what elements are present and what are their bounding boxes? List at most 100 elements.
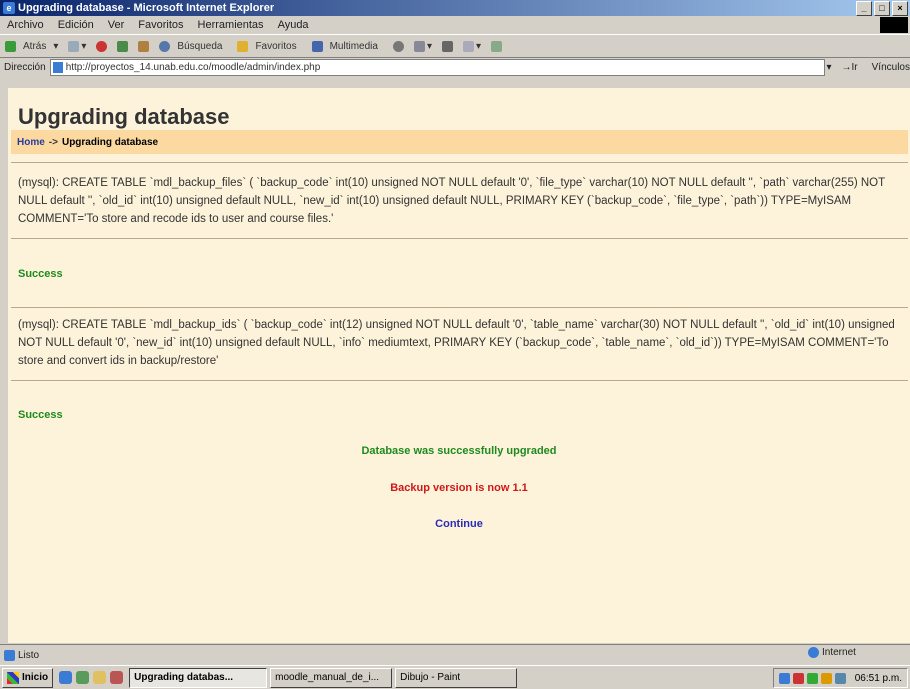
address-bar: Dirección http://proyectos_14.unab.edu.c… xyxy=(0,57,910,77)
status-bar: Listo Internet xyxy=(0,644,910,665)
globe-icon xyxy=(808,647,819,658)
taskbar-item-paint[interactable]: Dibujo - Paint xyxy=(395,667,518,688)
multimedia-button[interactable]: Multimedia xyxy=(307,40,388,52)
divider xyxy=(11,380,908,381)
taskbar-item-ie[interactable]: Upgrading databas... xyxy=(129,667,268,688)
antivirus-icon[interactable] xyxy=(792,672,804,684)
start-label: Inicio xyxy=(22,672,49,683)
window-controls: _ □ × xyxy=(856,1,908,16)
breadcrumb-home-link[interactable]: Home xyxy=(17,137,45,148)
forward-button[interactable]: ▾ xyxy=(63,40,91,52)
close-button[interactable]: × xyxy=(892,1,908,16)
network-icon[interactable] xyxy=(778,672,790,684)
back-label: Atrás xyxy=(23,40,47,52)
ie-quicklaunch-icon[interactable] xyxy=(59,671,73,684)
status-text: Listo xyxy=(18,649,40,661)
print-icon xyxy=(441,40,453,52)
display-icon[interactable] xyxy=(834,672,846,684)
menu-edicion[interactable]: Edición xyxy=(51,19,101,31)
task-label: Upgrading databas... xyxy=(134,672,234,683)
page-icon xyxy=(52,61,63,73)
back-arrow-icon xyxy=(5,40,16,52)
task-label: Dibujo - Paint xyxy=(400,672,461,683)
sql-statement: (mysql): CREATE TABLE `mdl_backup_files`… xyxy=(18,177,885,225)
menu-archivo[interactable]: Archivo xyxy=(0,19,51,31)
divider xyxy=(11,307,908,308)
taskbar: Inicio Upgrading databas... moodle_manua… xyxy=(0,665,910,689)
mail-icon xyxy=(413,40,425,52)
left-gutter xyxy=(0,88,8,643)
page-title: Upgrading database xyxy=(18,104,230,129)
clock: 06:51 p.m. xyxy=(854,672,902,684)
continue-link[interactable]: Continue xyxy=(8,518,910,530)
home-button[interactable] xyxy=(133,40,154,52)
links-button[interactable]: Vínculos xyxy=(872,62,910,73)
divider xyxy=(11,238,908,239)
page-content: Upgrading database Home -> Upgrading dat… xyxy=(8,88,910,643)
mail-button[interactable]: ▾ xyxy=(409,40,437,52)
refresh-icon xyxy=(117,40,129,52)
breadcrumb: Home -> Upgrading database xyxy=(11,130,908,154)
search-label: Búsqueda xyxy=(177,40,223,52)
page-status-icon xyxy=(4,649,15,661)
start-button[interactable]: Inicio xyxy=(2,667,54,688)
messenger-tray-icon[interactable] xyxy=(806,672,818,684)
security-zone: Internet xyxy=(808,647,856,658)
messenger-icon xyxy=(491,40,502,52)
address-input[interactable]: http://proyectos_14.unab.edu.co/moodle/a… xyxy=(49,58,825,76)
menu-favoritos[interactable]: Favoritos xyxy=(131,19,190,31)
taskbar-item-word[interactable]: moodle_manual_de_i... xyxy=(270,667,393,688)
print-button[interactable] xyxy=(437,40,458,52)
go-button[interactable]: →Ir xyxy=(842,62,858,73)
favorites-button[interactable]: Favoritos xyxy=(232,40,306,52)
home-icon xyxy=(138,40,150,52)
minimize-button[interactable]: _ xyxy=(856,1,872,16)
task-label: moodle_manual_de_i... xyxy=(275,672,380,683)
favorites-icon xyxy=(237,40,249,52)
success-message: Success xyxy=(18,268,63,280)
address-label: Dirección xyxy=(4,61,46,73)
outlook-quicklaunch-icon[interactable] xyxy=(76,671,90,684)
search-icon xyxy=(159,40,171,52)
search-button[interactable]: Búsqueda xyxy=(154,40,232,52)
edit-button[interactable]: ▾ xyxy=(458,40,486,52)
windows-logo-icon xyxy=(880,17,908,33)
go-label: Ir xyxy=(851,61,858,73)
history-icon xyxy=(392,40,404,52)
success-message: Success xyxy=(18,409,63,421)
volume-icon[interactable] xyxy=(820,672,832,684)
edit-icon xyxy=(462,40,474,52)
back-button[interactable]: Atrás ▾ xyxy=(0,40,63,52)
toolbar: Atrás ▾ ▾ Búsqueda Favoritos Multimedia ▾… xyxy=(0,34,910,58)
menu-ver[interactable]: Ver xyxy=(101,19,132,31)
breadcrumb-separator: -> xyxy=(48,136,58,148)
media-quicklaunch-icon[interactable] xyxy=(110,671,124,684)
breadcrumb-current: Upgrading database xyxy=(61,136,159,148)
messenger-button[interactable] xyxy=(486,40,507,52)
menu-herramientas[interactable]: Herramientas xyxy=(191,19,271,31)
window-title: Upgrading database - Microsoft Internet … xyxy=(18,2,275,14)
backup-version-message: Backup version is now 1.1 xyxy=(390,482,528,494)
sql-statement: (mysql): CREATE TABLE `mdl_backup_ids` (… xyxy=(18,319,895,367)
quick-launch xyxy=(59,671,124,684)
system-tray: 06:51 p.m. xyxy=(772,668,908,688)
stop-icon xyxy=(96,40,108,52)
window-titlebar: e Upgrading database - Microsoft Interne… xyxy=(0,0,910,16)
desktop-quicklaunch-icon[interactable] xyxy=(93,671,107,684)
refresh-button[interactable] xyxy=(112,40,133,52)
address-dropdown-icon[interactable]: ▾ xyxy=(827,62,832,73)
menu-bar: Archivo Edición Ver Favoritos Herramient… xyxy=(0,17,910,33)
zone-label: Internet xyxy=(822,647,856,658)
multimedia-label: Multimedia xyxy=(329,40,378,52)
history-button[interactable] xyxy=(388,40,409,52)
divider xyxy=(11,162,908,163)
favorites-label: Favoritos xyxy=(255,40,297,52)
stop-button[interactable] xyxy=(91,40,112,52)
forward-arrow-icon xyxy=(68,40,80,52)
address-url: http://proyectos_14.unab.edu.co/moodle/a… xyxy=(65,61,321,73)
multimedia-icon xyxy=(311,40,323,52)
upgrade-complete-message: Database was successfully upgraded xyxy=(361,445,557,457)
menu-ayuda[interactable]: Ayuda xyxy=(271,19,316,31)
ie-icon: e xyxy=(3,2,15,14)
maximize-button[interactable]: □ xyxy=(874,1,890,16)
